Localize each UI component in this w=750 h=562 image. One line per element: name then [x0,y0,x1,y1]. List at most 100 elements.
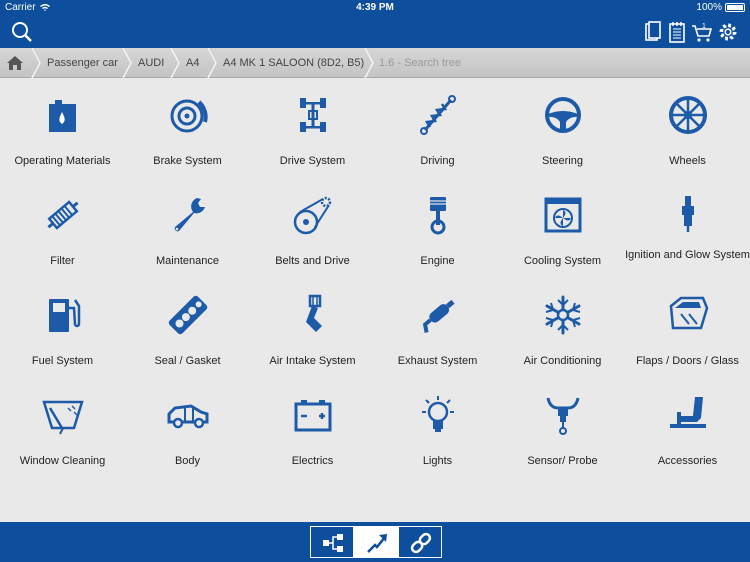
category-exhaust-system[interactable]: Exhaust System [375,280,500,380]
category-body[interactable]: Body [125,380,250,480]
air-intake-icon [306,294,322,332]
car-body-icon [167,404,209,429]
battery-percent: 100% [696,2,722,13]
category-label: Drive System [279,155,346,167]
link-button[interactable] [398,526,442,558]
category-window-cleaning[interactable]: Window Cleaning [0,380,125,480]
category-label: Cooling System [523,255,602,267]
belt-drive-icon [293,196,332,235]
breadcrumb-separator-icon [170,48,180,78]
category-engine[interactable]: Engine [375,180,500,280]
spark-plug-icon [682,196,694,232]
battery-icon [294,400,332,432]
steering-wheel-icon [545,97,581,133]
category-label: Brake System [153,155,222,167]
documents-icon[interactable] [640,20,664,44]
breadcrumb-model[interactable]: A4 [186,48,199,78]
notepad-icon[interactable] [665,20,689,44]
battery-icon [725,3,745,12]
radiator-fan-icon [544,197,582,233]
breadcrumb-separator-icon [31,48,41,78]
category-label: Steering [542,155,583,167]
breadcrumb-make[interactable]: AUDI [138,48,164,78]
category-sensor-probe[interactable]: Sensor/ Probe [500,380,625,480]
car-door-icon [669,296,709,330]
svg-text:1: 1 [702,23,706,30]
category-driving[interactable]: Driving [375,80,500,180]
category-label: Window Cleaning [19,455,106,467]
category-label: Sensor/ Probe [527,455,598,467]
category-steering[interactable]: Steering [500,80,625,180]
category-wheels[interactable]: Wheels [625,80,750,180]
piston-icon [430,197,446,235]
breadcrumb-separator-icon [122,48,132,78]
category-label: Electrics [291,455,334,467]
category-label: Engine [420,255,455,267]
category-label: Operating Materials [14,155,111,167]
category-label: Filter [50,255,75,267]
bottom-toolbar [0,522,750,562]
category-brake-system[interactable]: Brake System [125,80,250,180]
category-maintenance[interactable]: Maintenance [125,180,250,280]
search-icon[interactable] [10,20,34,44]
category-label: Ignition and Glow System [625,249,750,261]
axle-icon [300,98,326,132]
shock-absorber-icon [420,95,456,135]
trend-arrow-icon [367,534,387,553]
category-cooling-system[interactable]: Cooling System [500,180,625,280]
category-accessories[interactable]: Accessories [625,380,750,480]
category-air-conditioning[interactable]: Air Conditioning [500,280,625,380]
filter-icon [47,200,79,230]
category-label: Wheels [669,155,706,167]
oil-can-icon [49,100,76,132]
category-grid: Operating Materials Brake System Drive S… [0,80,750,520]
breadcrumb-variant[interactable]: A4 MK 1 SALOON (8D2, B5) [223,48,364,78]
category-label: Maintenance [156,255,219,267]
link-icon [410,532,432,554]
wheel-icon [669,96,707,134]
car-seat-icon [670,397,706,428]
home-icon[interactable] [6,55,24,71]
status-bar: Carrier 4:39 PM 100% [0,0,750,16]
breadcrumb-separator-icon [364,48,374,78]
category-label: Flaps / Doors / Glass [636,355,739,367]
trend-button[interactable] [354,526,398,558]
category-label: Air Intake System [269,355,356,367]
fuel-pump-icon [49,299,81,332]
breadcrumb: Passenger car AUDI A4 A4 MK 1 SALOON (8D… [0,48,750,78]
category-label: Air Conditioning [523,355,602,367]
category-operating-materials[interactable]: Operating Materials [0,80,125,180]
category-air-intake-system[interactable]: Air Intake System [250,280,375,380]
category-lights[interactable]: Lights [375,380,500,480]
breadcrumb-separator-icon [207,48,217,78]
category-belts-and-drive[interactable]: Belts and Drive [250,180,375,280]
category-drive-system[interactable]: Drive System [250,80,375,180]
breadcrumb-passenger-car[interactable]: Passenger car [47,48,118,78]
wiper-icon [42,400,84,435]
sensor-icon [546,397,580,435]
category-seal-gasket[interactable]: Seal / Gasket [125,280,250,380]
exhaust-pipe-icon [422,299,455,333]
tree-view-button[interactable] [310,526,354,558]
category-label: Fuel System [31,355,94,367]
category-label: Exhaust System [397,355,478,367]
breadcrumb-current: 1.6 - Search tree [379,57,461,69]
category-label: Seal / Gasket [154,355,221,367]
category-fuel-system[interactable]: Fuel System [0,280,125,380]
tree-icon [323,534,343,552]
snowflake-icon [545,295,581,335]
category-filter[interactable]: Filter [0,180,125,280]
cart-icon[interactable]: 1 [690,20,714,44]
brake-disc-icon [170,99,208,133]
category-electrics[interactable]: Electrics [250,380,375,480]
gear-icon[interactable] [716,20,740,44]
category-ignition-and-glow-system[interactable]: Ignition and Glow System [625,180,750,280]
category-label: Accessories [657,455,718,467]
category-label: Belts and Drive [275,255,350,267]
category-label: Body [174,455,201,467]
category-label: Driving [420,155,455,167]
category-flaps-doors-glass[interactable]: Flaps / Doors / Glass [625,280,750,380]
category-label: Lights [422,455,453,467]
wrench-icon [174,198,205,232]
top-toolbar: 1 [0,16,750,48]
